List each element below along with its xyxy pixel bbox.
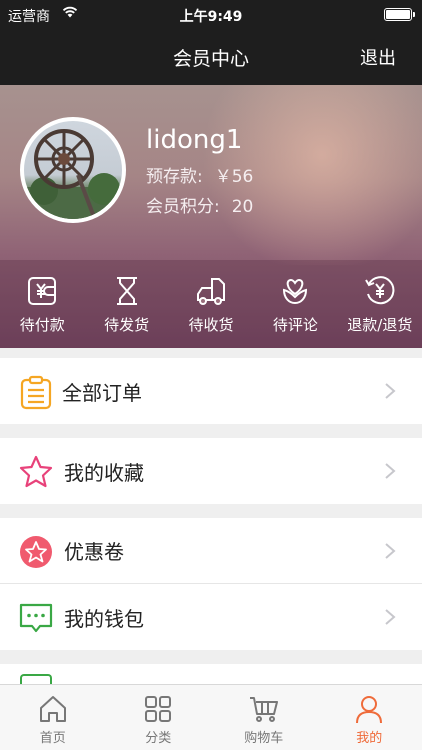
heart-flower-icon: [283, 278, 308, 305]
tab-label: 我的: [356, 731, 383, 746]
ferris-wheel-photo: [24, 129, 122, 219]
profile-header: lidong1 预存款: ￥56 会员积分: 20 待付款 待发货 待收货 待评…: [0, 85, 422, 348]
order-status-pending-receipt[interactable]: 待收货: [169, 260, 253, 348]
tab-home[interactable]: 首页: [0, 685, 106, 750]
tab-category[interactable]: 分类: [106, 685, 212, 750]
order-status-pending-payment[interactable]: 待付款: [0, 260, 84, 348]
menu-label: 我的钱包: [64, 606, 144, 631]
deposit-info: 预存款: ￥56: [146, 162, 253, 187]
star-circle-icon: [20, 536, 52, 568]
wallet-yen-icon: [28, 277, 57, 305]
hourglass-icon: [116, 277, 137, 305]
menu-group-wallet: 优惠卷 我的钱包: [0, 518, 422, 650]
avatar[interactable]: [20, 117, 126, 223]
order-status-label: 待付款: [19, 316, 65, 334]
order-status-label: 待收货: [188, 316, 234, 334]
order-status-pending-shipment[interactable]: 待发货: [84, 260, 168, 348]
clipboard-list-icon: [20, 375, 52, 410]
tab-label: 购物车: [244, 731, 284, 746]
tab-mine[interactable]: 我的: [317, 685, 422, 750]
deposit-label: 预存款:: [146, 167, 203, 187]
all-orders-row[interactable]: 全部订单: [0, 358, 422, 424]
order-status-bar: 待付款 待发货 待收货 待评论 退款/退货: [0, 260, 422, 348]
tab-bar: 首页 分类 购物车 我的: [0, 684, 422, 750]
person-icon: [356, 696, 383, 724]
grid-icon: [145, 696, 172, 722]
chevron-right-icon: [385, 383, 396, 399]
cart-icon: [249, 697, 278, 722]
star-outline-icon: [19, 455, 53, 488]
username: lidong1: [146, 125, 243, 155]
order-status-label: 待发货: [104, 316, 150, 334]
order-status-refund[interactable]: 退款/退货: [338, 260, 422, 348]
clock: 上午9:49: [179, 9, 243, 25]
battery-icon: [384, 8, 415, 21]
wallet-row[interactable]: 我的钱包: [0, 584, 422, 650]
partial-row-icon: [20, 674, 52, 684]
truck-icon: [197, 278, 226, 305]
menu-group-orders: 全部订单: [0, 358, 422, 424]
menu-group-partial: [0, 664, 422, 684]
order-status-label: 待评论: [272, 316, 318, 334]
chat-wallet-icon: [19, 603, 53, 633]
tab-cart[interactable]: 购物车: [211, 685, 317, 750]
chevron-right-icon: [385, 463, 396, 479]
tab-label: 分类: [145, 731, 172, 746]
points-label: 会员积分:: [146, 197, 220, 217]
status-bar: 运营商 上午9:49: [0, 0, 422, 30]
refund-yen-icon: [364, 276, 395, 305]
points-info: 会员积分: 20: [146, 192, 253, 217]
home-icon: [39, 696, 66, 722]
top-bar: 运营商 上午9:49 会员中心 退出: [0, 0, 422, 85]
chevron-right-icon: [385, 609, 396, 625]
deposit-value: ￥56: [214, 167, 254, 187]
favorites-row[interactable]: 我的收藏: [0, 438, 422, 504]
order-status-label: 退款/退货: [347, 316, 413, 334]
logout-button[interactable]: 退出: [360, 44, 396, 70]
menu-label: 优惠卷: [64, 540, 124, 564]
order-status-pending-review[interactable]: 待评论: [253, 260, 337, 348]
coupons-row[interactable]: 优惠卷: [0, 518, 422, 584]
page-title: 会员中心: [172, 48, 249, 70]
chevron-right-icon: [385, 543, 396, 559]
menu-group-favorites: 我的收藏: [0, 438, 422, 504]
menu-label: 我的收藏: [64, 460, 144, 485]
tab-label: 首页: [39, 731, 66, 746]
menu-label: 全部订单: [62, 380, 142, 405]
points-value: 20: [231, 197, 254, 217]
